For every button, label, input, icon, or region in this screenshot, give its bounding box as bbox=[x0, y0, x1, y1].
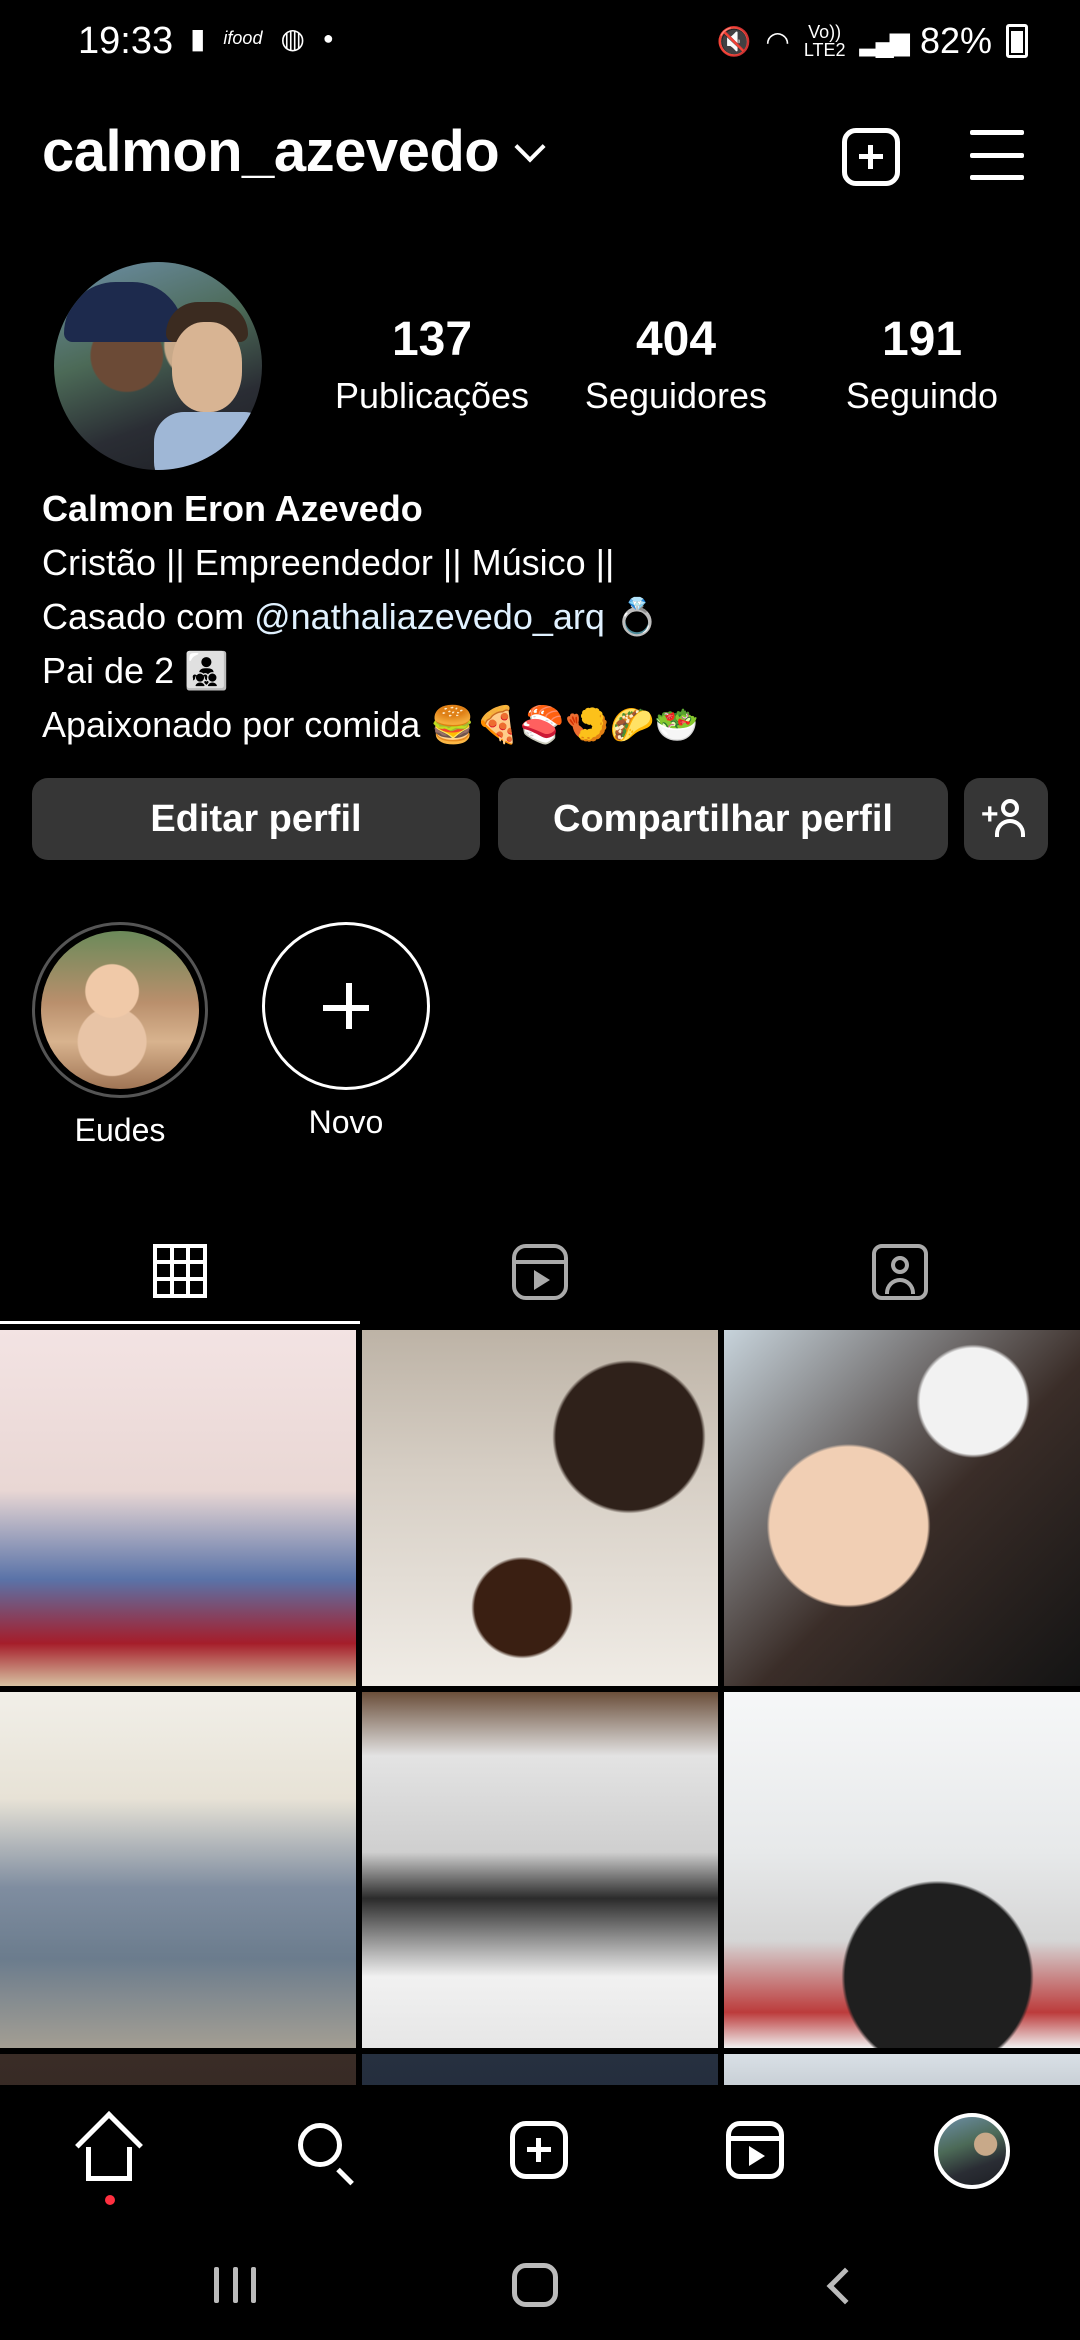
bio-line-2: Casado com @nathaliazevedo_arq 💍 bbox=[42, 590, 699, 644]
tab-reels[interactable] bbox=[360, 1220, 720, 1324]
highlight-new[interactable]: Novo bbox=[258, 922, 434, 1141]
bio-line-2-prefix: Casado com bbox=[42, 596, 255, 637]
wifi-icon: ◠ bbox=[765, 25, 790, 57]
grid-post[interactable] bbox=[362, 1692, 718, 2048]
grid-post[interactable] bbox=[724, 1330, 1080, 1686]
ifood-icon: ifood bbox=[223, 28, 263, 48]
tab-tagged[interactable] bbox=[720, 1220, 1080, 1324]
nav-home[interactable] bbox=[74, 2111, 144, 2205]
bio-line-4-text: Apaixonado por comida bbox=[42, 704, 421, 745]
search-icon[interactable] bbox=[290, 2115, 360, 2186]
chrome-icon: ◍ bbox=[280, 23, 305, 54]
edit-profile-button[interactable]: Editar perfil bbox=[32, 778, 480, 860]
grid-post[interactable] bbox=[0, 2054, 356, 2085]
grid-post[interactable] bbox=[362, 2054, 718, 2085]
notification-dot bbox=[105, 2195, 115, 2205]
add-post-icon[interactable] bbox=[842, 128, 900, 186]
grid-icon bbox=[153, 1243, 207, 1298]
battery-percent: 82% bbox=[919, 20, 992, 61]
grid-post[interactable] bbox=[724, 2054, 1080, 2085]
home-icon bbox=[75, 2111, 143, 2181]
highlight-new-label: Novo bbox=[308, 1104, 384, 1140]
status-bar: 19:33 ▮ ifood ◍ ● 🔇 ◠ Vo)) LTE2 ▂▄▆ 82% bbox=[0, 0, 1080, 90]
ring-emoji: 💍 bbox=[614, 596, 660, 637]
system-navigation bbox=[0, 2215, 1080, 2340]
posts-number: 137 bbox=[391, 313, 473, 366]
followers-count[interactable]: 404 Seguidores bbox=[556, 312, 796, 417]
grid-post[interactable] bbox=[0, 1330, 356, 1686]
back-icon[interactable] bbox=[826, 2267, 864, 2305]
followers-label: Seguidores bbox=[584, 375, 768, 416]
bio-line-1: Cristão || Empreendedor || Músico || bbox=[42, 542, 615, 583]
highlight-eudes[interactable]: Eudes bbox=[32, 922, 208, 1149]
chat-icon: ▮ bbox=[190, 23, 206, 54]
food-emoji-pizza: 🍕 bbox=[475, 704, 520, 745]
highlight-ring bbox=[32, 922, 208, 1098]
mention-link[interactable]: @nathaliazevedo_arq bbox=[254, 596, 605, 637]
profile-tabs bbox=[0, 1220, 1080, 1324]
grid-post[interactable] bbox=[724, 1692, 1080, 2048]
add-person-icon: + bbox=[981, 799, 1029, 839]
highlight-label: Eudes bbox=[74, 1112, 166, 1148]
mute-icon: 🔇 bbox=[716, 25, 752, 57]
signal-icon: ▂▄▆ bbox=[859, 25, 910, 56]
create-icon[interactable] bbox=[510, 2121, 568, 2179]
reels-nav-icon[interactable] bbox=[726, 2121, 784, 2179]
following-count[interactable]: 191 Seguindo bbox=[802, 312, 1042, 417]
status-notifications: ▮ ifood ◍ ● bbox=[190, 22, 334, 55]
volte-label: Vo)) LTE2 bbox=[803, 22, 846, 60]
posts-label: Publicações bbox=[334, 375, 530, 416]
tab-posts[interactable] bbox=[0, 1220, 360, 1324]
tagged-icon bbox=[872, 1244, 928, 1300]
system-home-icon[interactable] bbox=[512, 2263, 558, 2307]
recents-icon[interactable] bbox=[214, 2267, 256, 2303]
grid-post[interactable] bbox=[362, 1330, 718, 1686]
chevron-down-icon bbox=[514, 130, 546, 163]
bio-line-3: Pai de 2 👨‍👧‍👦 bbox=[42, 644, 699, 698]
posts-count[interactable]: 137 Publicações bbox=[312, 312, 552, 417]
food-emoji-shrimp: 🍤 bbox=[564, 704, 610, 745]
battery-icon bbox=[1006, 24, 1028, 58]
status-right: 🔇 ◠ Vo)) LTE2 ▂▄▆ 82% bbox=[717, 20, 1028, 62]
bottom-navigation bbox=[0, 2085, 1080, 2215]
following-number: 191 bbox=[881, 313, 963, 366]
posts-grid bbox=[0, 1330, 1080, 2085]
bio-line-3-text: Pai de 2 bbox=[42, 650, 175, 691]
food-emoji-taco: 🌮 bbox=[609, 704, 655, 745]
account-switcher[interactable]: calmon_azevedo bbox=[42, 118, 546, 185]
full-name: Calmon Eron Azevedo bbox=[42, 488, 423, 529]
followers-number: 404 bbox=[635, 313, 717, 366]
grid-post[interactable] bbox=[0, 1692, 356, 2048]
food-emoji-sushi: 🍣 bbox=[519, 704, 565, 745]
reels-icon bbox=[512, 1244, 568, 1300]
share-profile-button[interactable]: Compartilhar perfil bbox=[498, 778, 948, 860]
profile-nav-avatar[interactable] bbox=[934, 2113, 1010, 2189]
following-label: Seguindo bbox=[845, 375, 999, 416]
discover-people-button[interactable]: + bbox=[964, 778, 1048, 860]
username: calmon_azevedo bbox=[42, 119, 500, 184]
status-time: 19:33 bbox=[78, 20, 174, 62]
family-emoji: 👨‍👧‍👦 bbox=[184, 650, 229, 691]
bio-line-4: Apaixonado por comida 🍔🍕🍣🍤🌮🥗 bbox=[42, 698, 699, 752]
plus-icon bbox=[262, 922, 430, 1090]
dot-icon: ● bbox=[322, 28, 334, 48]
profile-avatar[interactable] bbox=[54, 262, 262, 470]
food-emoji-burger: 🍔 bbox=[430, 704, 476, 745]
hamburger-menu-icon[interactable] bbox=[970, 130, 1024, 180]
profile-bio: Calmon Eron Azevedo Cristão || Empreende… bbox=[42, 482, 699, 752]
highlight-cover bbox=[41, 931, 199, 1089]
food-emoji-salad: 🥗 bbox=[654, 704, 700, 745]
